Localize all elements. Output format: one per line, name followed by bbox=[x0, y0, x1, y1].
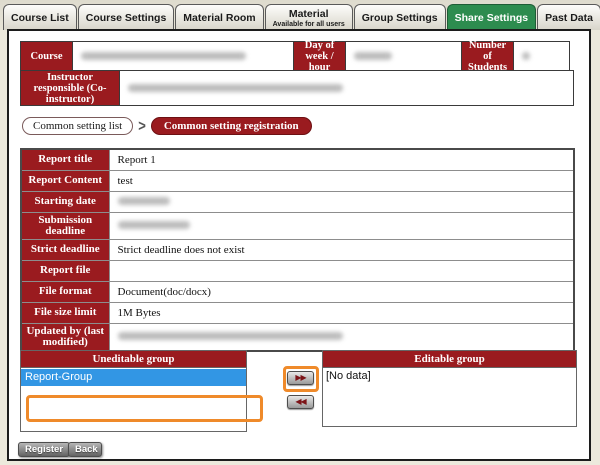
main-content-panel: Course Day of week / hour Number of Stud… bbox=[7, 29, 591, 461]
report-details-table: Report title Report 1 Report Content tes… bbox=[20, 148, 575, 352]
tab-label: Course List bbox=[11, 12, 69, 24]
tab-label: Material bbox=[289, 8, 329, 20]
row-value: 1M Bytes bbox=[109, 302, 574, 323]
table-row: Report title Report 1 bbox=[21, 149, 574, 170]
tab-label: Material Room bbox=[183, 12, 255, 24]
uneditable-group-box: Uneditable group Report-Group bbox=[20, 350, 247, 432]
table-row: Submission deadline bbox=[21, 212, 574, 239]
course-info-table: Course Day of week / hour Number of Stud… bbox=[20, 41, 575, 106]
common-setting-list-link[interactable]: Common setting list bbox=[22, 117, 133, 135]
tab-label: Share Settings bbox=[455, 12, 529, 24]
table-row: Strict deadline Strict deadline does not… bbox=[21, 239, 574, 260]
row-label: Updated by (last modified) bbox=[21, 323, 109, 351]
tab-sublabel: Available for all users bbox=[273, 21, 345, 28]
tab-label: Past Data bbox=[545, 12, 593, 24]
row-value: Document(doc/docx) bbox=[109, 281, 574, 302]
tab-material-room[interactable]: Material Room bbox=[175, 4, 263, 30]
common-setting-registration-badge: Common setting registration bbox=[151, 117, 312, 135]
tab-past-data[interactable]: Past Data bbox=[537, 4, 600, 30]
row-label: File format bbox=[21, 281, 109, 302]
chevron-right-icon: > bbox=[138, 117, 146, 135]
row-value-redacted bbox=[109, 323, 574, 351]
editable-group-box: Editable group [No data] bbox=[322, 350, 577, 427]
table-row: File format Document(doc/docx) bbox=[21, 281, 574, 302]
back-button[interactable]: Back bbox=[68, 442, 102, 457]
move-to-editable-button[interactable]: ▶▶ bbox=[287, 371, 314, 385]
table-row: Report Content test bbox=[21, 170, 574, 191]
tab-bar: Course List Course Settings Material Roo… bbox=[0, 0, 600, 30]
students-value-redacted bbox=[513, 41, 570, 71]
table-row: Updated by (last modified) bbox=[21, 323, 574, 351]
list-item-report-group[interactable]: Report-Group bbox=[21, 369, 246, 386]
row-label: Report file bbox=[21, 260, 109, 281]
tab-course-settings[interactable]: Course Settings bbox=[78, 4, 175, 30]
tab-label: Group Settings bbox=[362, 12, 438, 24]
table-row: Starting date bbox=[21, 191, 574, 212]
row-value-redacted bbox=[109, 212, 574, 239]
breadcrumb: Common setting list > Common setting reg… bbox=[22, 116, 312, 135]
instructor-value-redacted bbox=[119, 70, 574, 106]
students-label: Number of Students bbox=[461, 41, 514, 71]
no-data-placeholder: [No data] bbox=[323, 368, 576, 384]
tab-course-list[interactable]: Course List bbox=[3, 4, 77, 30]
row-label: Starting date bbox=[21, 191, 109, 212]
row-label: Report Content bbox=[21, 170, 109, 191]
register-button[interactable]: Register bbox=[18, 442, 70, 457]
course-label: Course bbox=[20, 41, 73, 71]
tab-label: Course Settings bbox=[86, 12, 167, 24]
row-label: Submission deadline bbox=[21, 212, 109, 239]
instructor-label: Instructor responsible (Co-instructor) bbox=[20, 70, 120, 106]
editable-group-header: Editable group bbox=[323, 351, 576, 368]
row-label: Strict deadline bbox=[21, 239, 109, 260]
day-of-week-label: Day of week / hour bbox=[293, 41, 346, 71]
row-value-redacted bbox=[109, 191, 574, 212]
tab-material-all-users[interactable]: Material Available for all users bbox=[265, 4, 353, 30]
row-value: test bbox=[109, 170, 574, 191]
tab-share-settings[interactable]: Share Settings bbox=[447, 4, 537, 30]
move-to-uneditable-button[interactable]: ◀◀ bbox=[287, 395, 314, 409]
editable-group-list[interactable]: [No data] bbox=[323, 368, 576, 384]
uneditable-group-list[interactable]: Report-Group bbox=[21, 369, 246, 386]
table-row: File size limit 1M Bytes bbox=[21, 302, 574, 323]
table-row: Report file bbox=[21, 260, 574, 281]
tab-group-settings[interactable]: Group Settings bbox=[354, 4, 446, 30]
row-label: File size limit bbox=[21, 302, 109, 323]
day-of-week-value-redacted bbox=[345, 41, 462, 71]
row-value: Strict deadline does not exist bbox=[109, 239, 574, 260]
row-value: Report 1 bbox=[109, 149, 574, 170]
row-value bbox=[109, 260, 574, 281]
row-label: Report title bbox=[21, 149, 109, 170]
uneditable-group-header: Uneditable group bbox=[21, 351, 246, 368]
course-value-redacted bbox=[72, 41, 294, 71]
